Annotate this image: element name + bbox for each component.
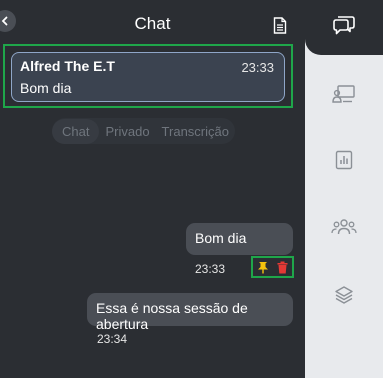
message-text: Essa é nossa sessão de abertura: [96, 300, 248, 332]
tab-chat[interactable]: Chat: [52, 118, 100, 144]
bar-chart-icon: [335, 150, 353, 170]
message-time: 23:34: [97, 332, 128, 346]
document-button[interactable]: [270, 14, 290, 36]
side-rail: [305, 0, 383, 378]
rail-stats-button[interactable]: [327, 145, 361, 175]
chat-panel: Chat Alfred The E.T 23:33 Bom dia Chat P…: [0, 0, 305, 378]
rail-chat-button[interactable]: [327, 10, 361, 40]
pinned-message[interactable]: Alfred The E.T 23:33 Bom dia: [11, 52, 285, 102]
document-icon: [273, 16, 287, 34]
message-actions: [251, 256, 294, 278]
presenter-screen-icon: [332, 85, 355, 103]
tab-transcription[interactable]: Transcrição: [156, 119, 235, 144]
rail-layers-button[interactable]: [327, 280, 361, 310]
pin-button[interactable]: [257, 261, 269, 274]
rail-participants-button[interactable]: [327, 212, 361, 242]
tab-private[interactable]: Privado: [99, 119, 155, 144]
trash-icon: [277, 261, 288, 273]
message-time: 23:33: [195, 262, 226, 276]
message-bubble[interactable]: Essa é nossa sessão de abertura: [87, 293, 293, 332]
pinned-message-author: Alfred The E.T: [20, 58, 115, 74]
chat-title: Chat: [134, 14, 171, 33]
pin-icon: [258, 261, 268, 273]
layers-icon: [335, 286, 353, 304]
delete-button[interactable]: [277, 261, 288, 274]
message-text: Bom dia: [195, 230, 247, 246]
pinned-message-highlight: Alfred The E.T 23:33 Bom dia: [3, 44, 293, 108]
pinned-message-time: 23:33: [241, 60, 274, 75]
rail-presenter-button[interactable]: [327, 79, 361, 109]
chat-tabs: Chat Privado Transcrição: [52, 118, 235, 144]
message-bubble[interactable]: Bom dia: [186, 223, 293, 255]
users-icon: [331, 219, 357, 235]
chat-bubbles-icon: [333, 16, 355, 35]
pinned-message-text: Bom dia: [20, 80, 72, 96]
